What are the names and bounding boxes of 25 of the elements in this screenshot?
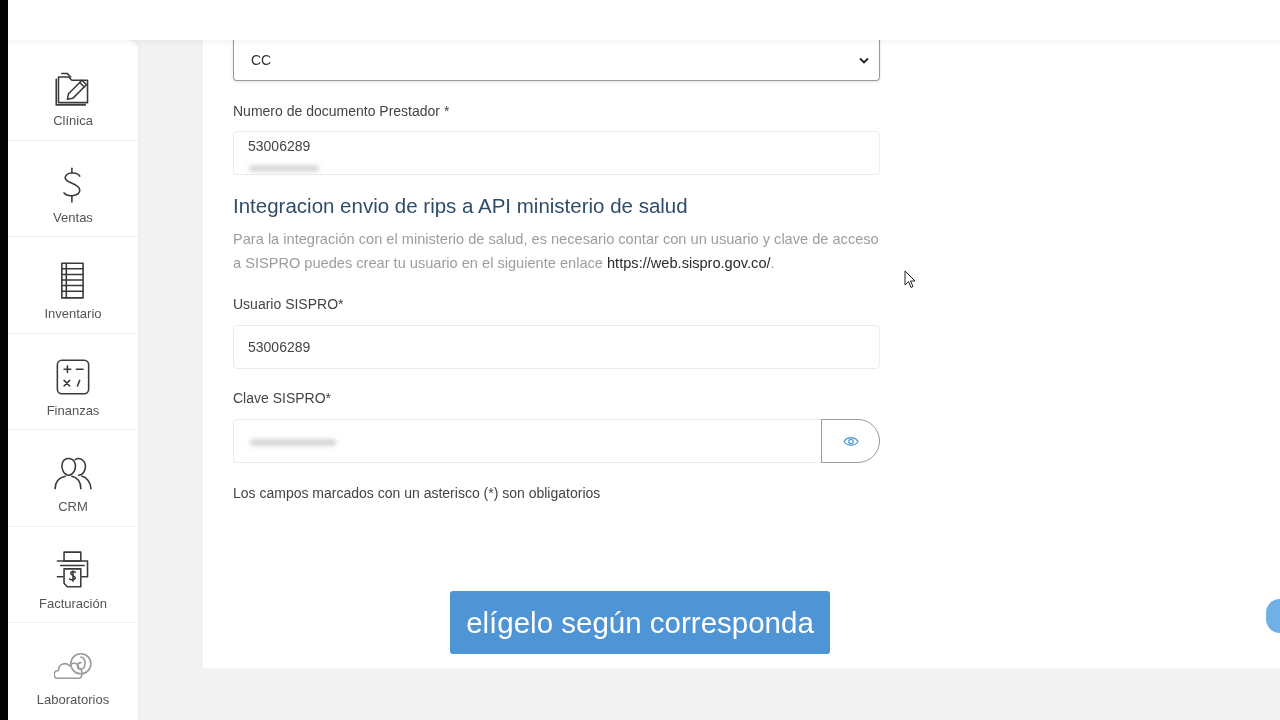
mouse-pointer-icon <box>904 270 916 289</box>
description-text: Para la integración con el ministerio de salud, es necesario contar con un usuario y clave de acceso a SISPRO puedes crear tu usuario en el siguiente enlace https://web.sispro.gov.co/. <box>233 230 880 273</box>
field-label: Numero de documento Prestador * <box>233 103 451 119</box>
field-label: Usuario SISPRO* <box>233 296 345 312</box>
user-field[interactable]: 53006289 <box>233 325 880 369</box>
sidebar-item-label[interactable]: Finanzas <box>46 402 100 418</box>
blurred-text <box>249 165 319 172</box>
field-label: Clave SISPRO* <box>233 390 333 406</box>
sidebar-item-label[interactable]: Inventario <box>44 306 102 322</box>
sidebar-item-label[interactable]: Laboratorios <box>36 692 110 708</box>
document-type-select[interactable]: CC <box>233 40 880 81</box>
calculator-icon[interactable] <box>54 357 92 396</box>
sidebar-item-label[interactable]: Clínica <box>53 113 93 128</box>
sidebar-item-label[interactable]: Ventas <box>53 209 93 225</box>
video-caption: elígelo según corresponda <box>450 591 830 654</box>
chevron-down-icon <box>859 56 869 64</box>
sidebar-item-label[interactable]: Facturación <box>39 595 107 611</box>
password-field[interactable] <box>233 419 821 463</box>
document-number-field[interactable]: 53006289 <box>233 131 880 175</box>
sidebar-item-label[interactable]: CRM <box>58 499 88 515</box>
show-password-button[interactable] <box>821 419 880 463</box>
section-title: Integracion envio de rips a API ministerio de salud <box>233 194 689 218</box>
eye-icon <box>842 435 859 447</box>
required-fields-note: Los campos marcados con un asterisco (*) son obligatorios <box>233 485 602 501</box>
sispro-link[interactable]: https://web.sispro.gov.co/ <box>607 255 771 271</box>
